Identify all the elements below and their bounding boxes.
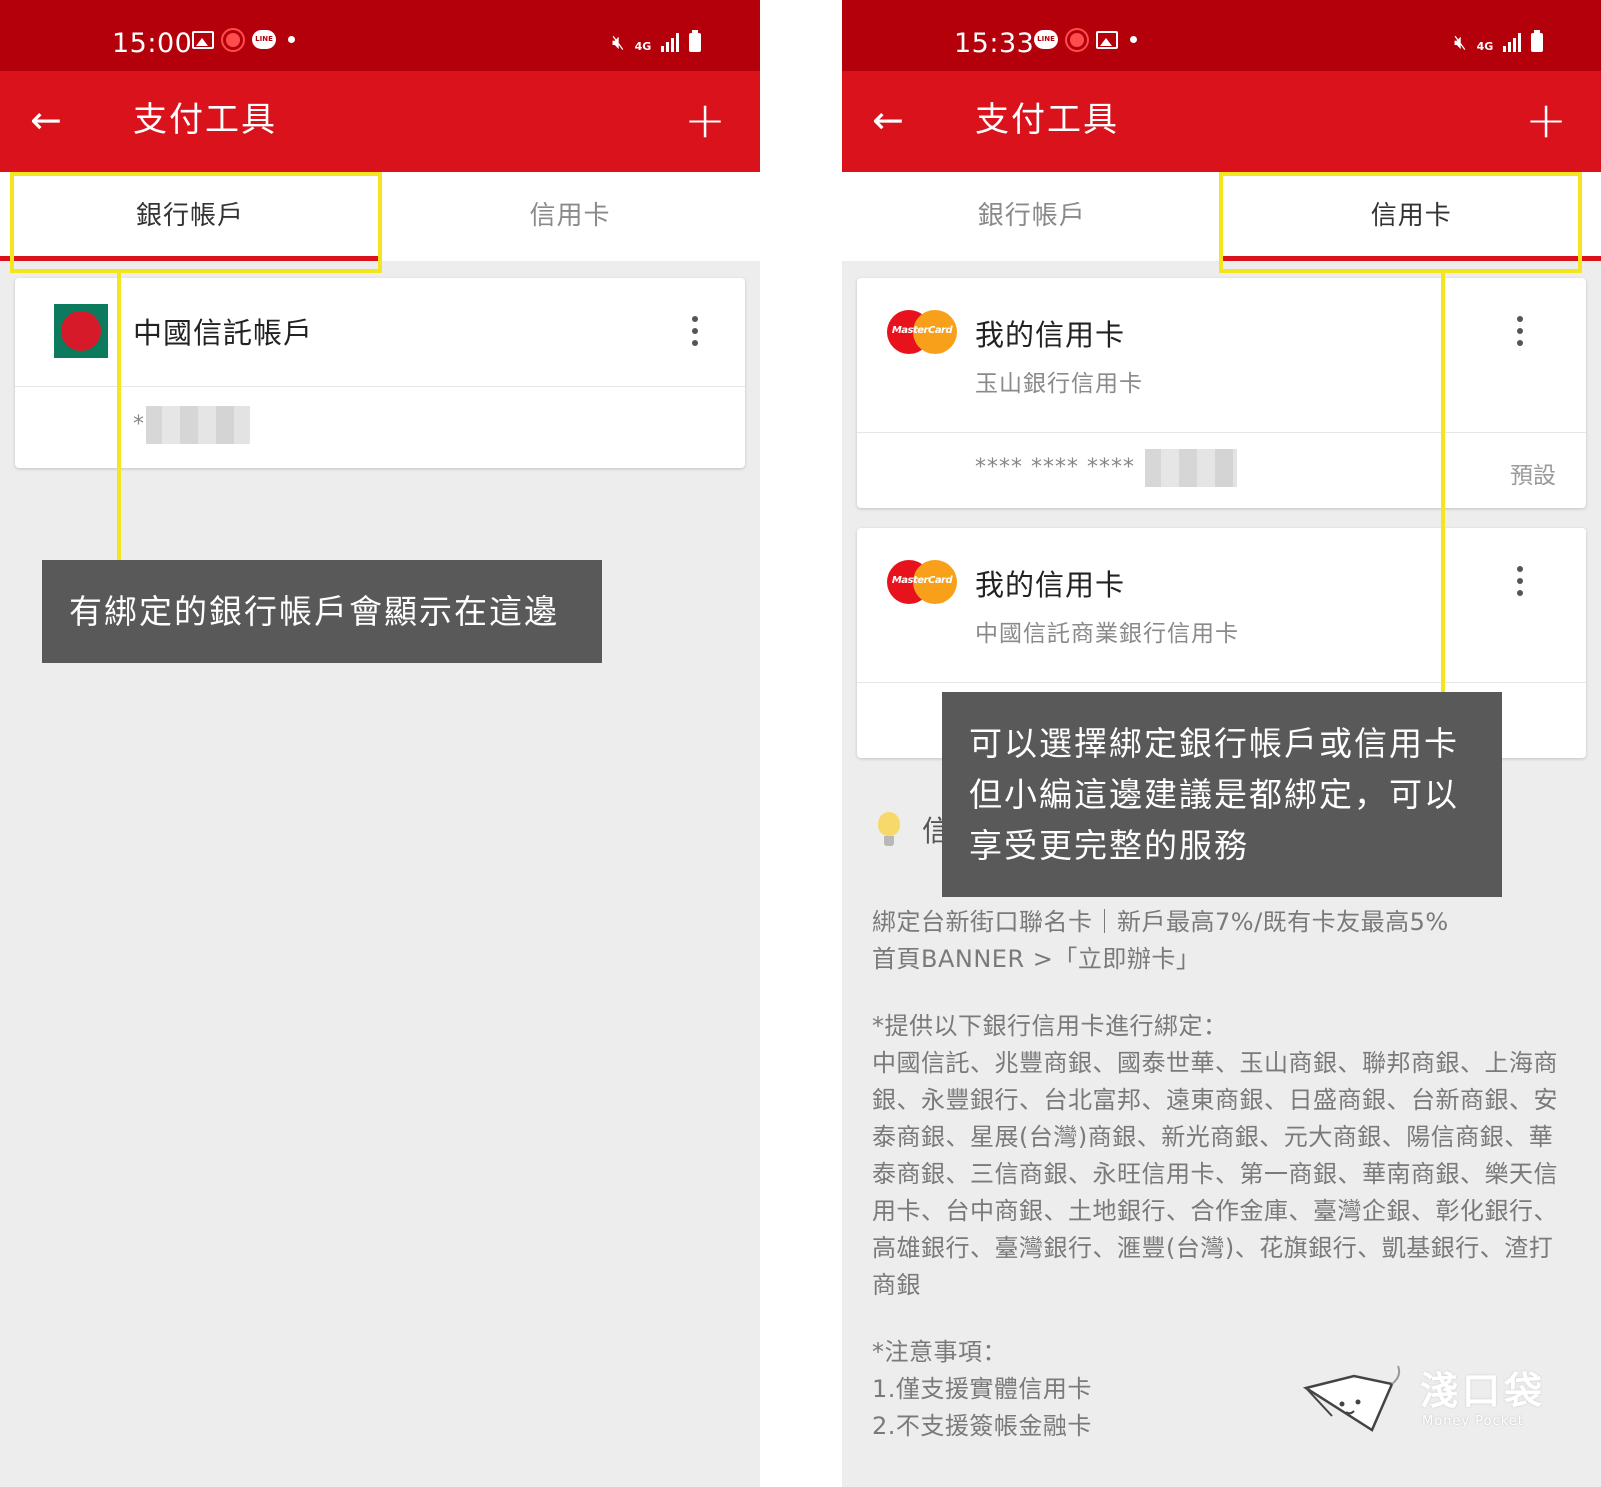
tab-bank-account[interactable]: 銀行帳戶 xyxy=(842,172,1222,261)
line-app-icon: LINE xyxy=(252,30,276,49)
mute-icon: 🔇︎ xyxy=(1454,30,1467,54)
card-name: 我的信用卡 xyxy=(975,318,1126,352)
mastercard-logo-icon: MasterCard xyxy=(887,560,957,604)
annotation-callout: 有綁定的銀行帳戶會顯示在這邊 xyxy=(42,560,602,663)
add-icon[interactable]: + xyxy=(684,95,726,145)
highlight-connector xyxy=(117,273,121,560)
mastercard-logo-icon: MasterCard xyxy=(887,310,957,354)
more-options-icon[interactable] xyxy=(1517,566,1523,596)
card-divider xyxy=(15,386,745,387)
status-time: 15:33 xyxy=(954,28,1035,59)
sun-icon xyxy=(1070,32,1084,47)
line-app-icon: LINE xyxy=(1034,30,1058,49)
pocket-mascot-icon xyxy=(1302,1365,1401,1432)
status-time: 15:00 xyxy=(112,28,193,59)
watermark-logo: 淺口袋 Money Pocket xyxy=(1292,1356,1572,1451)
more-options-icon[interactable] xyxy=(1517,316,1523,346)
network-4g-icon: 4G xyxy=(634,40,652,53)
lightbulb-icon xyxy=(878,812,900,848)
right-screen: 15:33 LINE 🔇︎ 4G ← 支付工具 + 銀行帳戶 信用卡 Maste… xyxy=(842,0,1601,1487)
add-icon[interactable]: + xyxy=(1525,95,1567,145)
tab-credit-card[interactable]: 信用卡 xyxy=(380,172,760,261)
annotation-line: 可以選擇綁定銀行帳戶或信用卡 xyxy=(969,724,1459,763)
status-bar: 15:00 LINE 🔇︎ 4G xyxy=(0,0,760,71)
watermark-title: 淺口袋 xyxy=(1420,1369,1547,1413)
highlight-tab-box xyxy=(1219,172,1582,273)
mute-icon: 🔇︎ xyxy=(612,30,625,54)
battery-icon xyxy=(1531,30,1544,52)
promo-line: 首頁BANNER >「立即辦卡」 xyxy=(872,945,1201,973)
card-divider xyxy=(857,682,1586,683)
signal-icon xyxy=(661,32,680,52)
highlight-tab-box xyxy=(10,172,382,273)
card-issuer: 中國信託商業銀行信用卡 xyxy=(975,621,1239,647)
highlight-connector xyxy=(1441,273,1445,693)
promo-line: 綁定台新街口聯名卡｜新戶最高7%/既有卡友最高5% xyxy=(872,908,1449,936)
masked-number-blur xyxy=(1145,449,1237,487)
notification-icons: LINE xyxy=(1034,30,1137,49)
annotation-line: 但小編這邊建議是都綁定，可以 xyxy=(969,775,1459,814)
default-badge: 預設 xyxy=(1510,463,1556,489)
card-number: **** **** **** xyxy=(975,449,1237,487)
watermark-subtitle: Money Pocket xyxy=(1422,1414,1524,1429)
left-screen: 15:00 LINE 🔇︎ 4G ← 支付工具 + 銀行帳戶 信用卡 中國信託帳… xyxy=(0,0,760,1487)
masked-number-blur xyxy=(146,406,250,444)
app-bar: ← 支付工具 + xyxy=(0,71,760,172)
more-notifications-icon xyxy=(1130,36,1137,43)
supported-banks-list: 中國信託、兆豐商銀、國泰世華、玉山商銀、聯邦商銀、上海商銀、永豐銀行、台北富邦、… xyxy=(872,1049,1558,1299)
annotation-line: 享受更完整的服務 xyxy=(969,826,1249,865)
sun-icon xyxy=(226,32,240,47)
account-name: 中國信託帳戶 xyxy=(133,316,314,350)
notification-icons: LINE xyxy=(192,30,295,49)
bank-account-card[interactable]: 中國信託帳戶 * xyxy=(15,278,745,468)
card-divider xyxy=(857,432,1586,433)
bank-logo-icon xyxy=(54,304,108,358)
page-title: 支付工具 xyxy=(975,100,1119,140)
system-icons: 🔇︎ 4G xyxy=(612,30,702,54)
back-arrow-icon[interactable]: ← xyxy=(30,101,62,139)
card-issuer: 玉山銀行信用卡 xyxy=(975,371,1143,397)
account-number: * xyxy=(133,406,250,444)
page-title: 支付工具 xyxy=(133,100,277,140)
battery-icon xyxy=(689,30,702,52)
card-name: 我的信用卡 xyxy=(975,568,1126,602)
gallery-icon xyxy=(192,30,214,49)
system-icons: 🔇︎ 4G xyxy=(1454,30,1544,54)
supported-banks-title: *提供以下銀行信用卡進行綁定： xyxy=(872,1012,1228,1040)
more-options-icon[interactable] xyxy=(692,316,698,346)
gallery-icon xyxy=(1096,30,1118,49)
annotation-callout: 可以選擇綁定銀行帳戶或信用卡 但小編這邊建議是都綁定，可以 享受更完整的服務 xyxy=(942,692,1502,897)
signal-icon xyxy=(1503,32,1522,52)
network-4g-icon: 4G xyxy=(1476,40,1494,53)
app-bar: ← 支付工具 + xyxy=(842,71,1601,172)
status-bar: 15:33 LINE 🔇︎ 4G xyxy=(842,0,1601,71)
back-arrow-icon[interactable]: ← xyxy=(872,101,904,139)
more-notifications-icon xyxy=(288,36,295,43)
credit-card-item[interactable]: MasterCard 我的信用卡 玉山銀行信用卡 **** **** **** … xyxy=(857,278,1586,508)
